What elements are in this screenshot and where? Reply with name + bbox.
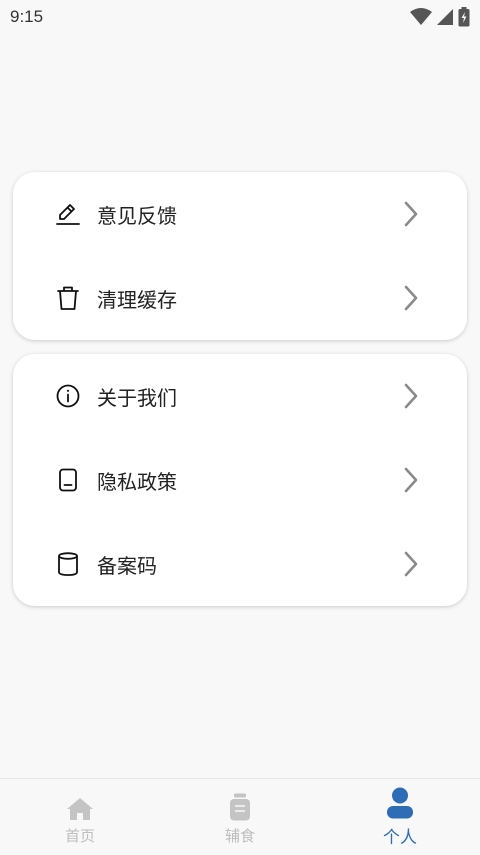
menu-item-label: 隐私政策 bbox=[97, 469, 177, 494]
chevron-right-icon bbox=[401, 382, 421, 410]
menu-item-label: 关于我们 bbox=[97, 385, 177, 410]
menu-item-about-us[interactable]: 关于我们 bbox=[13, 354, 467, 438]
food-jar-icon bbox=[228, 789, 252, 821]
chevron-right-icon bbox=[401, 200, 421, 228]
menu-item-label: 备案码 bbox=[97, 553, 157, 578]
person-icon bbox=[386, 787, 414, 819]
wifi-icon bbox=[410, 8, 432, 26]
nav-item-home[interactable]: 首页 bbox=[20, 789, 140, 846]
document-icon bbox=[55, 467, 81, 493]
bottom-nav: 首页 辅食 个人 bbox=[0, 778, 480, 855]
menu-item-privacy-policy[interactable]: 隐私政策 bbox=[13, 438, 467, 522]
nav-item-profile[interactable]: 个人 bbox=[340, 787, 460, 848]
settings-card-2: 关于我们 隐私政策 备案码 bbox=[13, 354, 467, 606]
nav-label: 个人 bbox=[383, 828, 417, 848]
cylinder-icon bbox=[55, 551, 81, 577]
status-bar: 9:15 bbox=[0, 0, 480, 34]
menu-item-filing-code[interactable]: 备案码 bbox=[13, 522, 467, 606]
trash-icon bbox=[55, 285, 81, 311]
status-icons bbox=[410, 7, 470, 27]
status-time: 9:15 bbox=[10, 7, 44, 26]
home-icon bbox=[66, 789, 94, 821]
edit-icon bbox=[55, 201, 81, 227]
chevron-right-icon bbox=[401, 550, 421, 578]
screen: 9:15 意见反馈 清理缓存 关于我们 隐私政策 备案码 首页 辅食 个人 bbox=[0, 0, 480, 855]
chevron-right-icon bbox=[401, 284, 421, 312]
battery-icon bbox=[458, 7, 470, 27]
menu-item-clear-cache[interactable]: 清理缓存 bbox=[13, 256, 467, 340]
signal-icon bbox=[436, 8, 454, 26]
nav-label: 首页 bbox=[64, 827, 95, 845]
menu-item-feedback[interactable]: 意见反馈 bbox=[13, 172, 467, 256]
menu-item-label: 清理缓存 bbox=[97, 287, 177, 312]
chevron-right-icon bbox=[401, 466, 421, 494]
nav-item-food[interactable]: 辅食 bbox=[180, 789, 300, 846]
nav-label: 辅食 bbox=[224, 827, 255, 845]
settings-card-1: 意见反馈 清理缓存 bbox=[13, 172, 467, 340]
menu-item-label: 意见反馈 bbox=[97, 203, 177, 228]
info-icon bbox=[55, 383, 81, 409]
